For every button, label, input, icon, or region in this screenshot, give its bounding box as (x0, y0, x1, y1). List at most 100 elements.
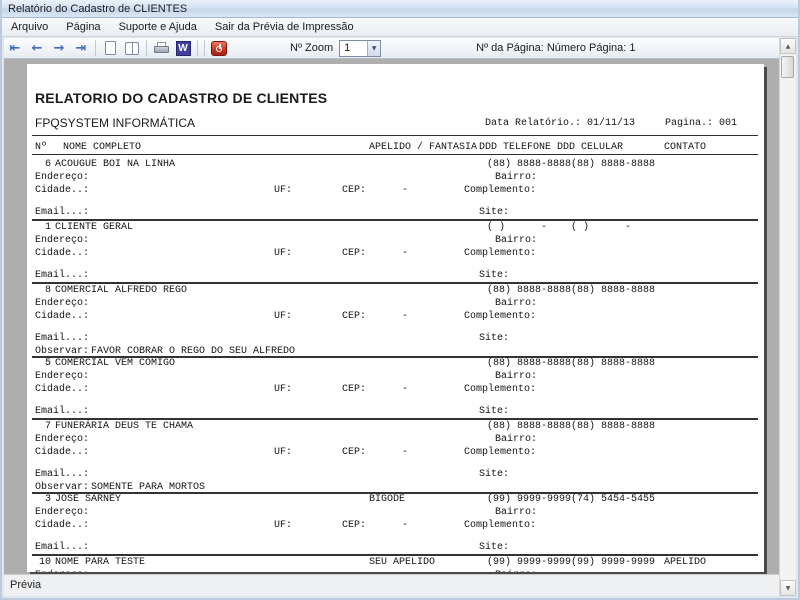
client-name: COMERCIAL ALFREDO REGO (55, 285, 187, 296)
cep-dash: - (402, 447, 408, 458)
next-page-button[interactable]: → (49, 40, 69, 57)
printer-icon (154, 42, 169, 54)
complemento-label: Complemento: (464, 311, 536, 322)
site-label: Site: (479, 270, 509, 281)
two-page-icon (125, 42, 139, 55)
power-icon (211, 41, 227, 56)
cep-label: CEP: (342, 311, 366, 322)
client-name: CLIENTE GERAL (55, 222, 133, 233)
client-number: 3 (27, 494, 51, 505)
menu-sair-previa[interactable]: Sair da Prévia de Impressão (206, 18, 363, 37)
first-page-icon: ⇤ (10, 42, 21, 55)
next-page-icon: → (54, 42, 65, 55)
scrollbar-thumb[interactable] (781, 56, 794, 78)
cidade-label: Cidade..: (35, 185, 89, 196)
client-phones: (99) 9999-9999(74) 5454-5455 (487, 494, 655, 505)
record-separator (32, 219, 758, 221)
scroll-up-button[interactable]: ▲ (780, 38, 796, 54)
report-title: RELATORIO DO CADASTRO DE CLIENTES (35, 90, 327, 106)
complemento-label: Complemento: (464, 384, 536, 395)
client-phones: (99) 9999-9999(99) 9999-9999 (487, 557, 655, 568)
endereco-label: Endereço: (35, 298, 89, 309)
single-page-view-button[interactable] (100, 40, 120, 57)
scrollbar-track[interactable] (780, 54, 796, 580)
toolbar-separator (95, 40, 96, 56)
client-number: 6 (27, 159, 51, 170)
email-label: Email...: (35, 270, 89, 281)
first-page-button[interactable]: ⇤ (5, 40, 25, 57)
uf-label: UF: (274, 248, 292, 259)
client-name: NOME PARA TESTE (55, 557, 145, 568)
client-phones: ( ) - ( ) - (487, 222, 631, 233)
zoom-select[interactable]: 1 ▼ (339, 40, 381, 57)
cep-dash: - (402, 248, 408, 259)
uf-label: UF: (274, 520, 292, 531)
endereco-label: Endereço: (35, 434, 89, 445)
record-separator (32, 282, 758, 284)
client-number: 8 (27, 285, 51, 296)
bairro-label: Bairro: (495, 507, 537, 518)
email-label: Email...: (35, 542, 89, 553)
zoom-value: 1 (340, 41, 367, 56)
client-contato: APELIDO (664, 557, 706, 568)
client-name: COMERCIAL VEM COMIGO (55, 358, 175, 369)
uf-label: UF: (274, 384, 292, 395)
header-rule (32, 135, 758, 136)
prev-page-button[interactable]: ← (27, 40, 47, 57)
window-titlebar[interactable]: Relatório do Cadastro de CLIENTES (2, 0, 798, 18)
column-header-num: Nº (35, 142, 47, 153)
menu-pagina[interactable]: Página (57, 18, 109, 37)
client-number: 1 (27, 222, 51, 233)
preview-pane[interactable]: RELATORIO DO CADASTRO DE CLIENTES FPQSYS… (4, 59, 779, 574)
menubar: Arquivo Página Suporte e Ajuda Sair da P… (2, 18, 798, 37)
report-page: RELATORIO DO CADASTRO DE CLIENTES FPQSYS… (27, 64, 764, 572)
column-header-apelido: APELIDO / FANTASIA (369, 142, 477, 153)
export-word-button[interactable]: W (173, 40, 193, 57)
client-number: 10 (27, 557, 51, 568)
client-name: ACOUGUE BOI NA LINHA (55, 159, 175, 170)
client-number: 7 (27, 421, 51, 432)
client-phones: (88) 8888-8888(88) 8888-8888 (487, 285, 655, 296)
toolbar-separator (197, 40, 198, 56)
print-button[interactable] (151, 40, 171, 57)
status-text: Prévia (10, 579, 41, 591)
header-rule (32, 154, 758, 155)
menu-arquivo[interactable]: Arquivo (2, 18, 57, 37)
uf-label: UF: (274, 185, 292, 196)
endereco-label: Endereço: (35, 570, 89, 572)
cep-label: CEP: (342, 447, 366, 458)
cep-dash: - (402, 311, 408, 322)
email-label: Email...: (35, 406, 89, 417)
client-record: 8 COMERCIAL ALFREDO REGO (88) 8888-8888(… (27, 285, 764, 361)
scroll-up-icon: ▲ (786, 43, 791, 50)
cep-dash: - (402, 185, 408, 196)
statusbar: Prévia (4, 574, 779, 596)
uf-label: UF: (274, 311, 292, 322)
endereco-label: Endereço: (35, 507, 89, 518)
column-header-name: NOME COMPLETO (63, 142, 141, 153)
client-name: JOSÉ SARNEY (55, 494, 121, 505)
complemento-label: Complemento: (464, 248, 536, 259)
exit-preview-button[interactable] (209, 40, 229, 57)
two-page-view-button[interactable] (122, 40, 142, 57)
endereco-label: Endereço: (35, 172, 89, 183)
cep-label: CEP: (342, 248, 366, 259)
column-header-phones: DDD TELEFONE DDD CELULAR (479, 142, 623, 153)
site-label: Site: (479, 542, 509, 553)
scroll-down-button[interactable]: ▼ (780, 580, 796, 596)
column-header-contato: CONTATO (664, 142, 706, 153)
cep-label: CEP: (342, 185, 366, 196)
client-name: FUNERÁRIA DEUS TE CHAMA (55, 421, 193, 432)
vertical-scrollbar[interactable]: ▲ ▼ (779, 38, 796, 596)
cidade-label: Cidade..: (35, 384, 89, 395)
bairro-label: Bairro: (495, 570, 537, 572)
report-preview-window: Relatório do Cadastro de CLIENTES Arquiv… (0, 0, 800, 600)
window-title: Relatório do Cadastro de CLIENTES (8, 3, 187, 15)
cidade-label: Cidade..: (35, 248, 89, 259)
client-phones: (88) 8888-8888(88) 8888-8888 (487, 159, 655, 170)
menu-suporte-ajuda[interactable]: Suporte e Ajuda (110, 18, 206, 37)
cidade-label: Cidade..: (35, 311, 89, 322)
last-page-button[interactable]: ⇥ (71, 40, 91, 57)
uf-label: UF: (274, 447, 292, 458)
chevron-down-icon[interactable]: ▼ (367, 41, 380, 56)
